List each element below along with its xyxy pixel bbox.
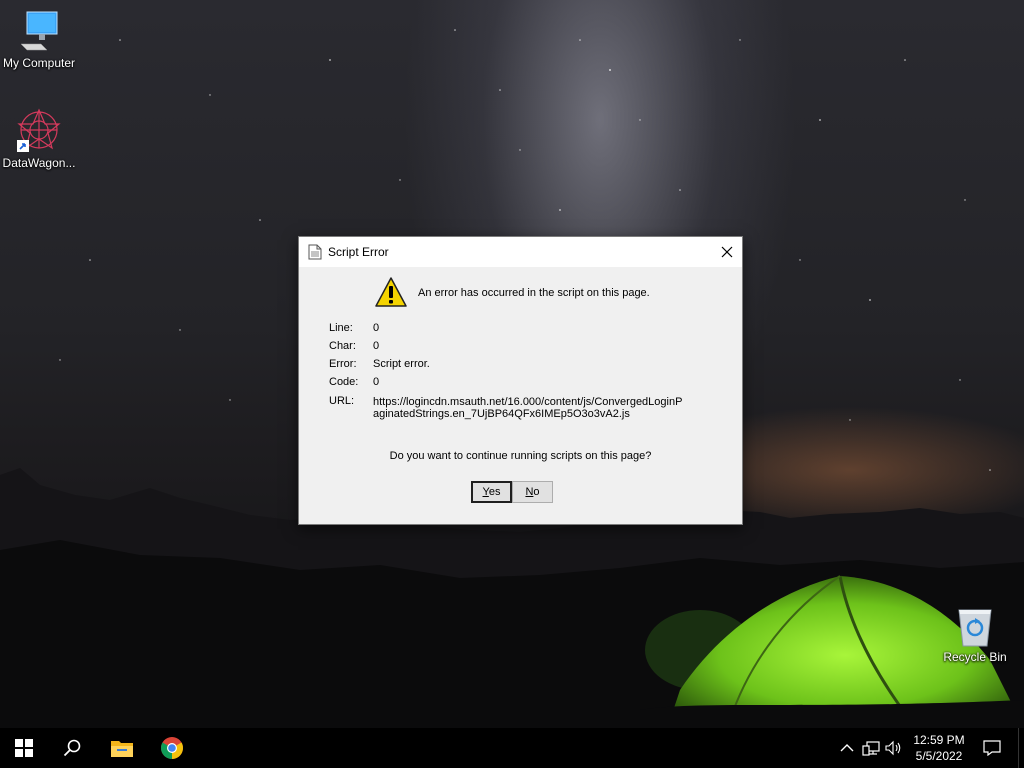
file-explorer-button[interactable] <box>98 728 146 768</box>
desktop-icon-label: Recycle Bin <box>943 650 1007 664</box>
dialog-title: Script Error <box>328 245 389 259</box>
chevron-up-icon[interactable] <box>840 740 854 756</box>
yes-button[interactable]: Yes <box>471 481 512 503</box>
line-label: Line: <box>329 322 353 334</box>
no-button[interactable]: No <box>512 481 553 503</box>
code-label: Code: <box>329 376 359 388</box>
error-value: Script error. <box>373 358 430 370</box>
script-error-dialog: Script Error An error has occurred in th… <box>298 236 743 525</box>
taskbar-clock[interactable]: 12:59 PM 5/5/2022 <box>906 732 972 764</box>
network-icon[interactable] <box>862 740 880 756</box>
datawagon-desktop-icon[interactable]: DataWagon... <box>0 106 78 170</box>
taskbar: 12:59 PM 5/5/2022 <box>0 728 1024 768</box>
close-button[interactable] <box>712 237 742 267</box>
monitor-icon <box>20 11 58 51</box>
url-value: https://logincdn.msauth.net/16.000/conte… <box>373 396 683 420</box>
notification-icon <box>983 740 1001 756</box>
show-desktop-button[interactable] <box>1018 728 1024 768</box>
folder-icon <box>111 741 133 757</box>
continue-question: Do you want to continue running scripts … <box>389 450 652 462</box>
error-message: An error has occurred in the script on t… <box>418 287 650 299</box>
yes-label-rest: es <box>488 486 501 498</box>
clock-time: 12:59 PM <box>913 733 965 747</box>
error-label: Error: <box>329 358 357 370</box>
action-center-button[interactable] <box>980 728 1004 768</box>
recycle-bin-icon <box>958 609 992 647</box>
chrome-icon <box>161 737 183 759</box>
search-icon <box>63 739 81 757</box>
document-icon <box>308 244 322 260</box>
dialog-titlebar[interactable]: Script Error <box>299 237 742 267</box>
speaker-icon[interactable] <box>885 740 903 756</box>
url-label: URL: <box>329 395 355 407</box>
datawagon-icon <box>17 108 61 152</box>
desktop-icon-label: DataWagon... <box>2 156 76 170</box>
char-value: 0 <box>373 340 380 352</box>
windows-logo-icon <box>15 739 33 757</box>
clock-date: 5/5/2022 <box>915 749 963 763</box>
my-computer-desktop-icon[interactable]: My Computer <box>0 8 78 70</box>
char-label: Char: <box>329 340 356 352</box>
no-label-rest: o <box>533 486 540 498</box>
line-value: 0 <box>373 322 380 334</box>
chrome-button[interactable] <box>148 728 196 768</box>
start-button[interactable] <box>0 728 48 768</box>
desktop-icon-label: My Computer <box>2 56 76 70</box>
code-value: 0 <box>373 376 380 388</box>
search-button[interactable] <box>48 728 96 768</box>
warning-icon <box>375 277 407 307</box>
close-icon <box>721 246 733 258</box>
recycle-bin-desktop-icon[interactable]: Recycle Bin <box>936 602 1014 664</box>
